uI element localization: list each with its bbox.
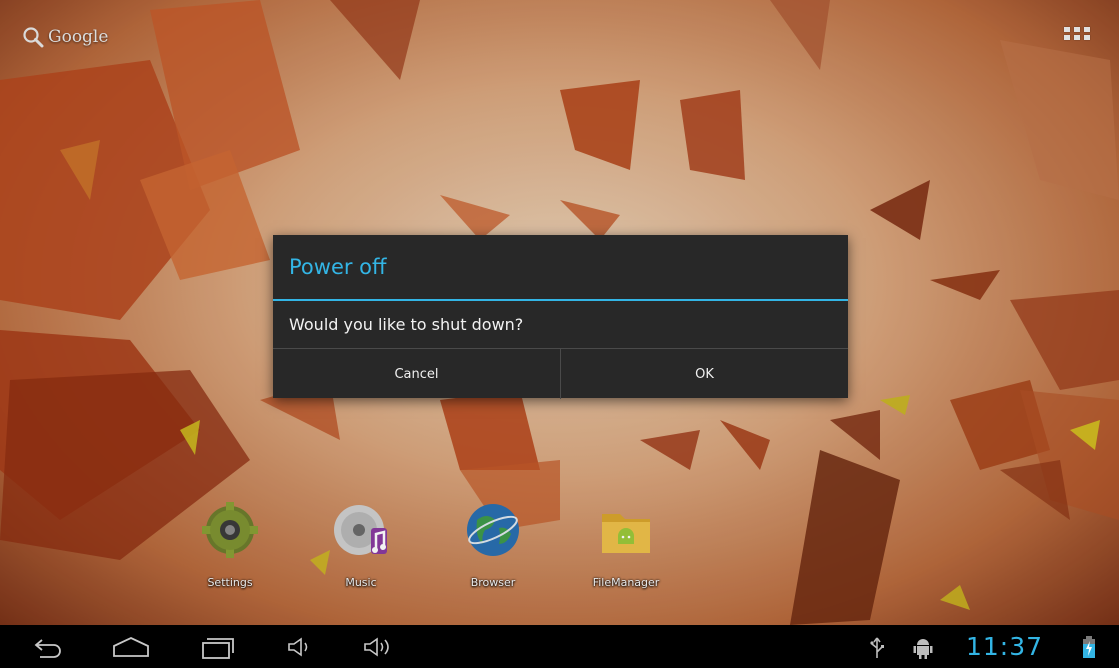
usb-icon — [870, 637, 884, 658]
status-clock: 11:37 — [966, 632, 1044, 661]
system-navigation-bar: 11:37 — [0, 625, 1119, 668]
volume-up-icon[interactable] — [361, 634, 397, 660]
recent-apps-icon[interactable] — [197, 634, 237, 660]
cancel-button[interactable]: Cancel — [273, 349, 560, 399]
android-debug-icon — [913, 639, 933, 659]
android-screen: Google Settings Music Browser FileManage… — [0, 0, 1119, 668]
battery-charging-icon — [1083, 636, 1095, 658]
dialog-title: Power off — [289, 255, 387, 279]
dialog-message: Would you like to shut down? — [289, 314, 524, 334]
back-icon[interactable] — [32, 634, 66, 660]
power-off-dialog: Power off Would you like to shut down? C… — [273, 235, 848, 399]
volume-down-icon[interactable] — [285, 634, 315, 660]
ok-button[interactable]: OK — [560, 349, 848, 399]
home-icon[interactable] — [110, 634, 152, 660]
dialog-button-bar: Cancel OK — [273, 348, 848, 399]
